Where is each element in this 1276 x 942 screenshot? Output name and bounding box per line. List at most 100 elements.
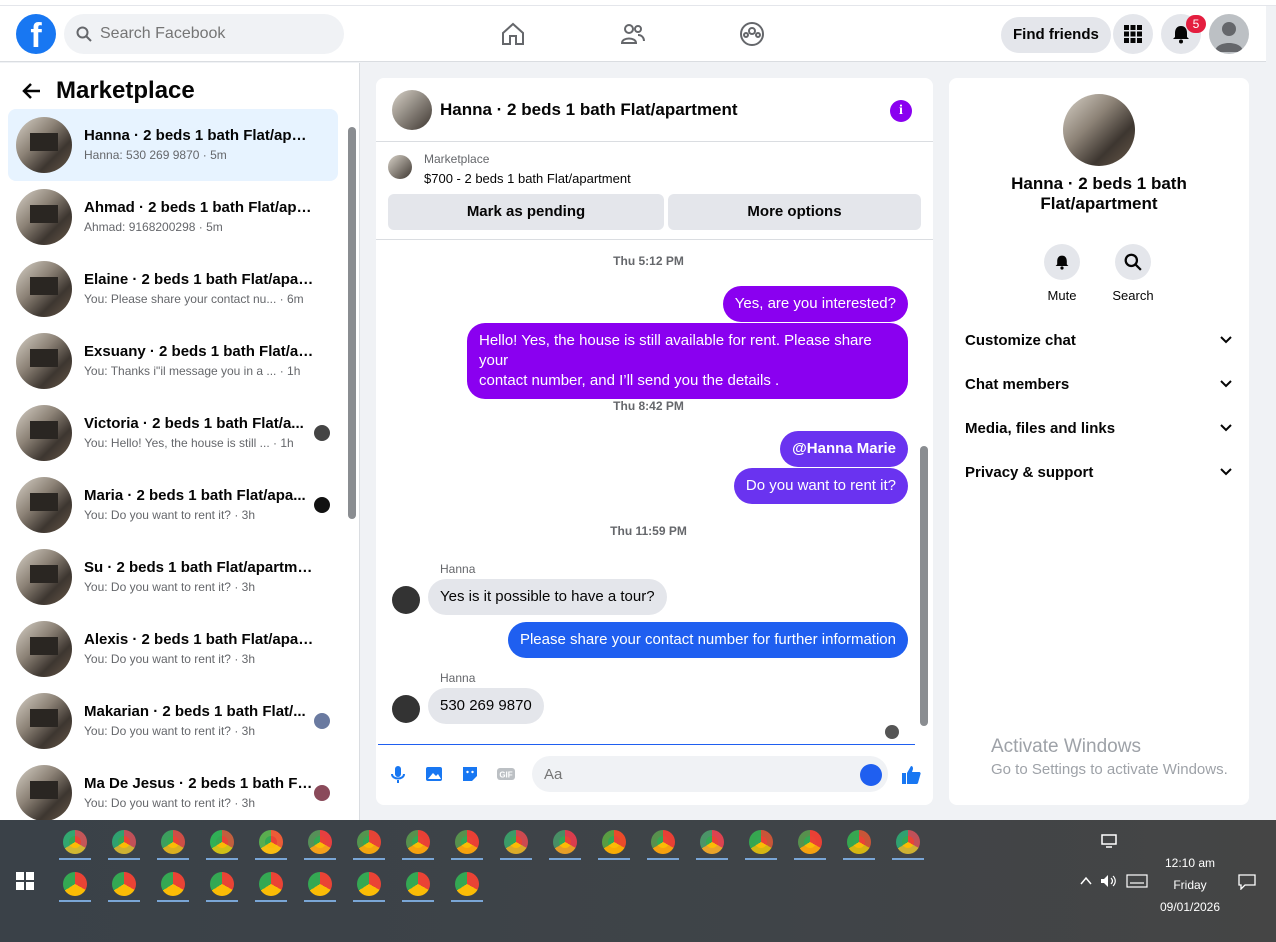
bell-icon <box>1055 255 1069 270</box>
info-icon[interactable]: i <box>890 100 912 122</box>
chrome-profile-icon[interactable] <box>204 866 240 902</box>
incoming-message[interactable]: Yes is it possible to have a tour? <box>428 579 667 615</box>
chrome-profile-icon[interactable] <box>645 824 681 860</box>
message-line: Hello! Yes, the house is still available… <box>479 332 872 369</box>
incoming-message[interactable]: 530 269 9870 <box>428 688 544 724</box>
details-title: Hanna · 2 beds 1 bath Flat/apartment <box>1011 174 1187 213</box>
chrome-profile-icon[interactable] <box>792 824 828 860</box>
chrome-profile-icon[interactable] <box>841 824 877 860</box>
marketplace-label: Marketplace <box>424 152 490 166</box>
outgoing-message[interactable]: Do you want to rent it? <box>733 468 908 504</box>
chrome-profile-icon[interactable] <box>253 866 289 902</box>
chevron-down-icon <box>1220 336 1232 344</box>
network-icon[interactable] <box>1100 834 1118 848</box>
conversation-item[interactable]: Victoria · 2 beds 1 bath Flat/a... You: H… <box>8 397 338 469</box>
mute-button[interactable]: Mute <box>1032 244 1092 303</box>
account-avatar[interactable] <box>1209 14 1249 54</box>
chrome-profile-icon[interactable] <box>57 866 93 902</box>
conversation-item[interactable]: Makarian · 2 beds 1 bath Flat/... You: Do… <box>8 685 338 757</box>
chat-title[interactable]: Hanna · 2 beds 1 bath Flat/apartment <box>440 100 738 120</box>
chrome-profile-icon[interactable] <box>743 824 779 860</box>
find-friends-button[interactable]: Find friends <box>1001 17 1111 53</box>
chrome-profile-icon[interactable] <box>547 824 583 860</box>
chrome-profile-icon[interactable] <box>155 866 191 902</box>
keyboard-icon[interactable] <box>1126 874 1148 888</box>
chrome-icon[interactable] <box>106 824 142 860</box>
file-explorer-icon[interactable] <box>253 824 289 860</box>
calculator-icon[interactable] <box>155 824 191 860</box>
customize-chat-row[interactable]: Customize chat <box>965 318 1233 362</box>
chrome-profile-icon[interactable] <box>449 824 485 860</box>
search-conversation-button[interactable]: Search <box>1103 244 1163 303</box>
home-icon[interactable] <box>499 20 527 48</box>
chat-listing-avatar[interactable] <box>392 89 432 130</box>
media-files-links-row[interactable]: Media, files and links <box>965 406 1233 450</box>
seen-avatar <box>314 497 330 513</box>
sticker-icon[interactable] <box>460 764 480 784</box>
listing-price-title[interactable]: $700 - 2 beds 1 bath Flat/apartment <box>424 171 631 186</box>
chrome-profile-icon[interactable] <box>351 866 387 902</box>
chrome-profile-icon[interactable] <box>596 824 632 860</box>
sidebar-scrollbar[interactable] <box>348 127 356 519</box>
chrome-profile-icon[interactable] <box>400 866 436 902</box>
outgoing-mention-message[interactable]: @Hanna Marie <box>780 431 908 467</box>
whatsapp-icon[interactable] <box>204 824 240 860</box>
sender-avatar[interactable] <box>392 586 420 614</box>
conversation-item[interactable]: Maria · 2 beds 1 bath Flat/apa... You: Do… <box>8 469 338 541</box>
outgoing-message[interactable]: Yes, are you interested? <box>722 286 908 322</box>
photo-icon[interactable] <box>424 764 444 784</box>
friends-icon[interactable] <box>619 20 647 48</box>
clock[interactable]: 12:10 am Friday 09/01/2026 <box>1150 852 1230 918</box>
conversation-name: Makarian · 2 beds 1 bath Flat/... <box>84 703 306 720</box>
conversation-item[interactable]: Elaine · 2 beds 1 bath Flat/apart... You:… <box>8 253 338 325</box>
message-input[interactable] <box>532 756 888 792</box>
emoji-icon[interactable] <box>860 764 882 786</box>
search-bar[interactable] <box>64 14 344 54</box>
speaker-icon[interactable] <box>1100 874 1118 888</box>
gif-icon[interactable]: GIF <box>496 764 516 784</box>
facebook-logo[interactable]: f <box>16 14 56 54</box>
notification-center-icon[interactable] <box>1238 874 1256 890</box>
search-input[interactable] <box>100 25 320 43</box>
privacy-support-row[interactable]: Privacy & support <box>965 450 1233 494</box>
microphone-icon[interactable] <box>388 764 408 784</box>
chat-scrollbar[interactable] <box>920 446 928 726</box>
instagram-icon[interactable] <box>302 824 338 860</box>
mark-as-pending-button[interactable]: Mark as pending <box>388 194 664 230</box>
chrome-profile-icon[interactable] <box>106 866 142 902</box>
groups-icon[interactable] <box>738 20 766 48</box>
seen-avatar <box>314 713 330 729</box>
vscode-icon[interactable] <box>57 824 93 860</box>
snipping-tool-icon[interactable] <box>351 824 387 860</box>
back-arrow-icon[interactable] <box>22 81 42 101</box>
chrome-profile-icon[interactable] <box>302 866 338 902</box>
conversation-sidebar: Marketplace Hanna · 2 beds 1 bath Flat/a… <box>0 63 360 820</box>
chat-members-row[interactable]: Chat members <box>965 362 1233 406</box>
chrome-profile-icon[interactable] <box>890 824 926 860</box>
timestamp: Thu 11:59 PM <box>610 524 687 538</box>
marketplace-listing-card: Marketplace $700 - 2 beds 1 bath Flat/ap… <box>376 142 933 240</box>
thumbs-up-icon[interactable] <box>900 764 922 786</box>
conversation-item[interactable]: Hanna · 2 beds 1 bath Flat/apart... Hanna… <box>8 109 338 181</box>
chrome-profile-icon[interactable] <box>694 824 730 860</box>
chrome-profile-icon[interactable] <box>498 824 534 860</box>
conversation-item[interactable]: Ma De Jesus · 2 beds 1 bath Fl... You: Do… <box>8 757 338 820</box>
conversation-item[interactable]: Alexis · 2 beds 1 bath Flat/apart... You:… <box>8 613 338 685</box>
listing-photo[interactable] <box>1063 94 1135 166</box>
conversation-item[interactable]: Ahmad · 2 beds 1 bath Flat/apar... Ahmad:… <box>8 181 338 253</box>
sender-avatar[interactable] <box>392 695 420 723</box>
menu-button[interactable] <box>1113 14 1153 54</box>
conversation-item[interactable]: Exsuany · 2 beds 1 bath Flat/apa... You: … <box>8 325 338 397</box>
page-scrollbar[interactable] <box>1266 62 1276 820</box>
more-options-button[interactable]: More options <box>668 194 921 230</box>
chrome-profile-icon[interactable] <box>400 824 436 860</box>
conversation-item[interactable]: Su · 2 beds 1 bath Flat/apartment You: Do… <box>8 541 338 613</box>
conversation-name: Hanna · 2 beds 1 bath Flat/apart... <box>84 127 314 144</box>
chrome-profile-icon[interactable] <box>449 866 485 902</box>
outgoing-message[interactable]: Hello! Yes, the house is still available… <box>467 323 908 399</box>
windows-start-icon[interactable] <box>16 872 34 890</box>
chevron-up-icon[interactable] <box>1080 876 1092 886</box>
outgoing-message[interactable]: Please share your contact number for fur… <box>507 622 908 658</box>
conversation-preview: You: Do you want to rent it? · 3h <box>84 652 255 666</box>
timestamp: Thu 8:42 PM <box>613 399 684 413</box>
